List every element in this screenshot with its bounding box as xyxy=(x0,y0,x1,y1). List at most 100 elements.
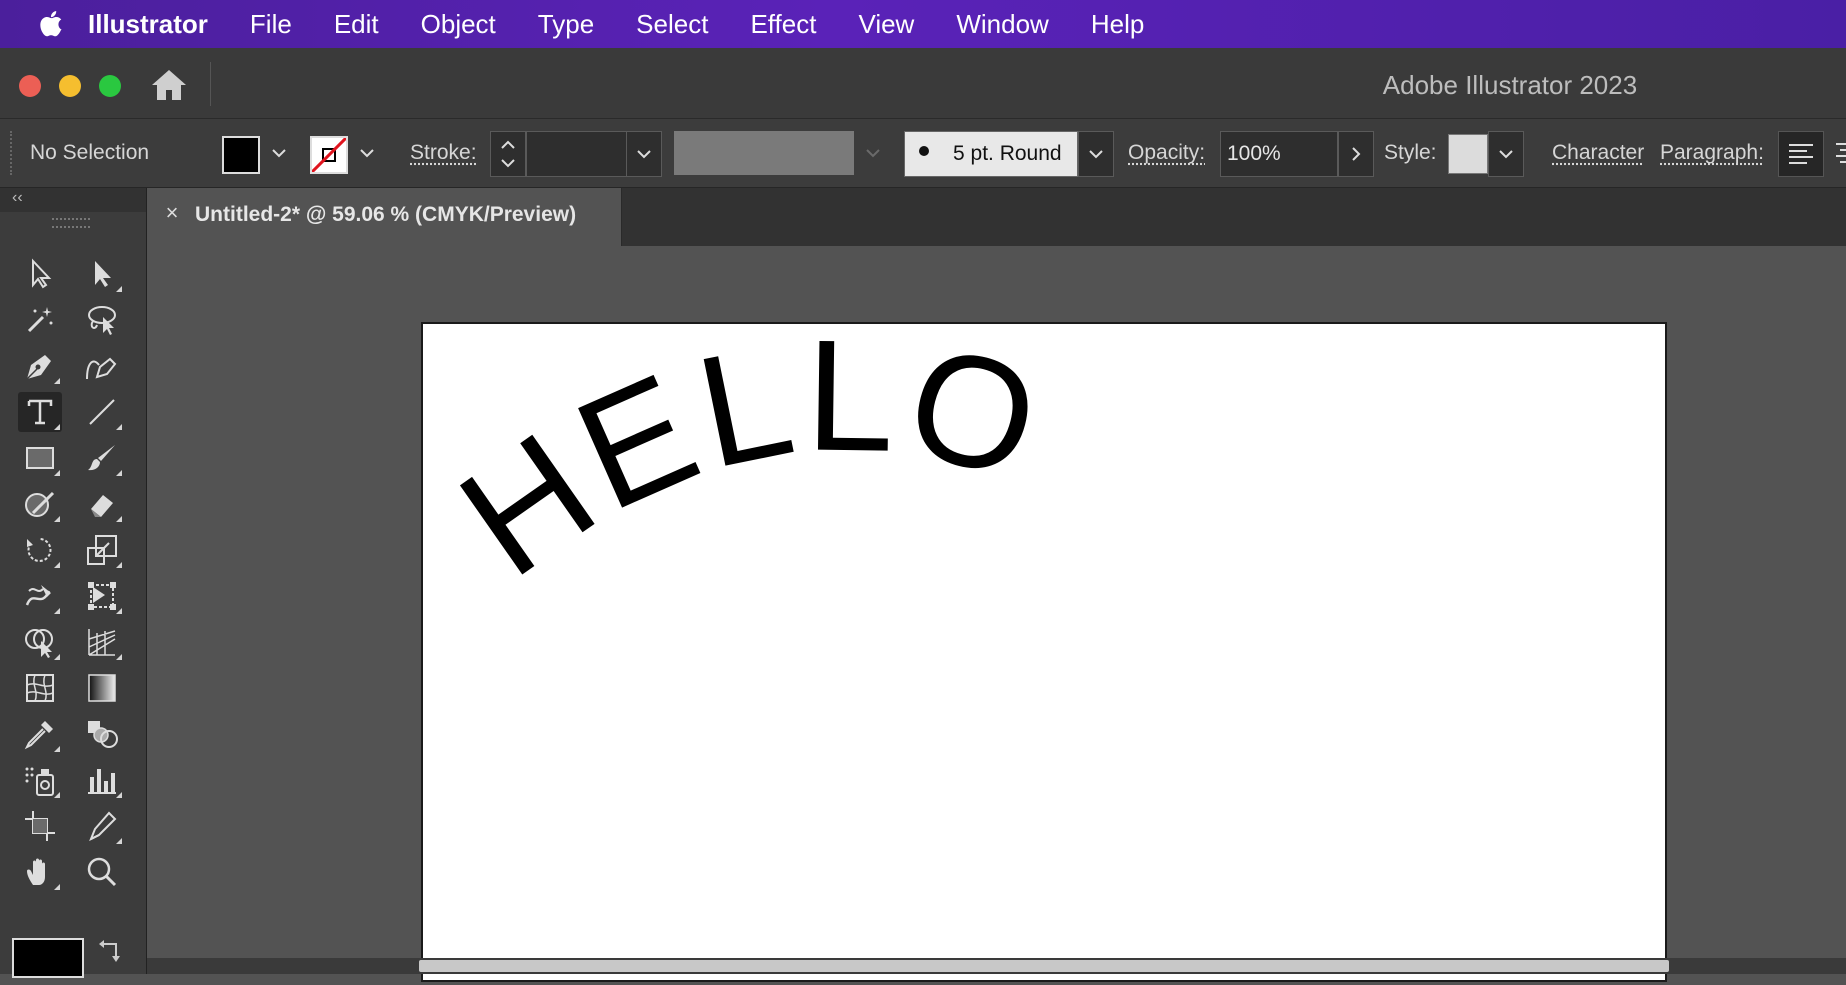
close-document-icon[interactable]: × xyxy=(161,202,183,224)
zoom-tool[interactable] xyxy=(80,852,124,892)
arched-text-artwork[interactable]: HELLO xyxy=(423,324,1665,980)
free-transform-tool-icon xyxy=(85,579,119,613)
canvas-area[interactable]: HELLO xyxy=(147,246,1846,974)
artboard[interactable]: HELLO xyxy=(421,322,1667,982)
slice-tool-icon xyxy=(85,809,119,843)
shape-builder-tool-icon xyxy=(23,625,57,659)
swap-fill-stroke-icon[interactable] xyxy=(98,938,124,964)
align-left-button[interactable] xyxy=(1778,131,1824,177)
stepper-arrows-icon xyxy=(491,132,525,176)
align-center-button[interactable] xyxy=(1826,131,1846,175)
stroke-label[interactable]: Stroke: xyxy=(410,141,477,165)
selection-tool[interactable] xyxy=(18,254,62,294)
menu-edit[interactable]: Edit xyxy=(334,9,379,40)
lasso-tool[interactable] xyxy=(80,300,124,340)
blend-tool-icon xyxy=(85,717,119,751)
fill-color-indicator[interactable] xyxy=(12,938,84,978)
style-dropdown-chevron-icon[interactable] xyxy=(1488,131,1524,177)
column-graph-tool[interactable] xyxy=(80,760,124,800)
stroke-dropdown-chevron-icon[interactable] xyxy=(352,133,382,173)
hand-tool[interactable] xyxy=(18,852,62,892)
free-transform-tool[interactable] xyxy=(80,576,124,616)
menu-effect[interactable]: Effect xyxy=(750,9,816,40)
artboard-tool[interactable] xyxy=(18,806,62,846)
stroke-weight-dropdown-chevron-icon[interactable] xyxy=(626,131,662,177)
stroke-weight-stepper[interactable] xyxy=(490,131,526,177)
title-divider xyxy=(210,62,211,106)
variable-width-profile[interactable] xyxy=(674,131,854,175)
direct-selection-tool[interactable] xyxy=(80,254,124,294)
collapse-panel-icon[interactable]: ‹‹ xyxy=(12,189,23,207)
mesh-tool[interactable] xyxy=(18,668,62,708)
control-bar: No Selection Stroke: 5 pt. Round Opacity… xyxy=(0,119,1846,188)
eraser-tool[interactable] xyxy=(80,484,124,524)
align-center-icon xyxy=(1826,131,1846,175)
brush-dropdown-chevron-icon[interactable] xyxy=(1078,131,1114,177)
fill-color-swatch[interactable] xyxy=(222,136,260,174)
hello-text[interactable]: HELLO xyxy=(430,324,1060,610)
selection-tool-icon xyxy=(23,257,57,291)
apple-icon[interactable] xyxy=(40,11,64,37)
menu-app-name[interactable]: Illustrator xyxy=(88,9,208,40)
home-icon[interactable] xyxy=(150,68,188,102)
eyedropper-tool[interactable] xyxy=(18,714,62,754)
pen-tool[interactable] xyxy=(18,346,62,386)
hand-tool-icon xyxy=(23,855,57,889)
gradient-tool[interactable] xyxy=(80,668,124,708)
width-profile-chevron-icon xyxy=(858,133,888,173)
shape-builder-tool[interactable] xyxy=(18,622,62,662)
brush-definition-label: 5 pt. Round xyxy=(953,142,1062,166)
column-graph-tool-icon xyxy=(85,763,119,797)
document-tab[interactable]: × Untitled-2* @ 59.06 % (CMYK/Preview) xyxy=(147,188,622,246)
menu-help[interactable]: Help xyxy=(1091,9,1144,40)
direct-selection-tool-icon xyxy=(85,257,119,291)
stroke-color-swatch[interactable] xyxy=(310,136,348,174)
control-bar-grip[interactable] xyxy=(10,131,16,175)
paragraph-panel-link[interactable]: Paragraph: xyxy=(1660,141,1764,165)
rotate-tool[interactable] xyxy=(18,530,62,570)
brush-dot-icon xyxy=(919,146,929,156)
blend-tool[interactable] xyxy=(80,714,124,754)
graphic-style-swatch[interactable] xyxy=(1448,134,1488,174)
menu-window[interactable]: Window xyxy=(956,9,1048,40)
magic-wand-tool[interactable] xyxy=(18,300,62,340)
mesh-tool-icon xyxy=(23,671,57,705)
character-panel-link[interactable]: Character xyxy=(1552,141,1644,165)
menu-type[interactable]: Type xyxy=(538,9,594,40)
curvature-tool[interactable] xyxy=(80,346,124,386)
horizontal-scrollbar[interactable] xyxy=(147,958,1846,974)
paintbrush-tool[interactable] xyxy=(80,438,124,478)
symbol-sprayer-tool[interactable] xyxy=(18,760,62,800)
curvature-tool-icon xyxy=(85,349,119,383)
selection-status: No Selection xyxy=(30,141,149,165)
rectangle-tool-icon xyxy=(23,441,57,475)
perspective-grid-tool[interactable] xyxy=(80,622,124,662)
opacity-label[interactable]: Opacity: xyxy=(1128,141,1205,165)
close-window-button[interactable] xyxy=(19,75,41,97)
fill-dropdown-chevron-icon[interactable] xyxy=(264,133,294,173)
slice-tool[interactable] xyxy=(80,806,124,846)
window-title-bar: Adobe Illustrator 2023 xyxy=(0,48,1846,119)
type-tool[interactable] xyxy=(18,392,62,432)
align-left-icon xyxy=(1779,132,1823,176)
rectangle-tool[interactable] xyxy=(18,438,62,478)
brush-definition-field[interactable]: 5 pt. Round xyxy=(904,131,1078,177)
opacity-input[interactable]: 100% xyxy=(1220,131,1338,177)
opacity-chevron-right-icon[interactable] xyxy=(1338,131,1374,177)
lasso-tool-icon xyxy=(85,303,119,337)
menu-file[interactable]: File xyxy=(250,9,292,40)
zoom-window-button[interactable] xyxy=(99,75,121,97)
hello-textpath: HELLO xyxy=(430,324,1060,610)
menu-view[interactable]: View xyxy=(858,9,914,40)
stroke-weight-input[interactable] xyxy=(526,131,628,177)
minimize-window-button[interactable] xyxy=(59,75,81,97)
line-segment-tool[interactable] xyxy=(80,392,124,432)
horizontal-scrollbar-thumb[interactable] xyxy=(419,960,1669,972)
menu-object[interactable]: Object xyxy=(421,9,496,40)
symbol-sprayer-tool-icon xyxy=(23,763,57,797)
shaper-tool[interactable] xyxy=(18,484,62,524)
scale-tool[interactable] xyxy=(80,530,124,570)
menu-select[interactable]: Select xyxy=(636,9,708,40)
warp-tool[interactable] xyxy=(18,576,62,616)
tools-panel-grip[interactable] xyxy=(52,218,90,228)
